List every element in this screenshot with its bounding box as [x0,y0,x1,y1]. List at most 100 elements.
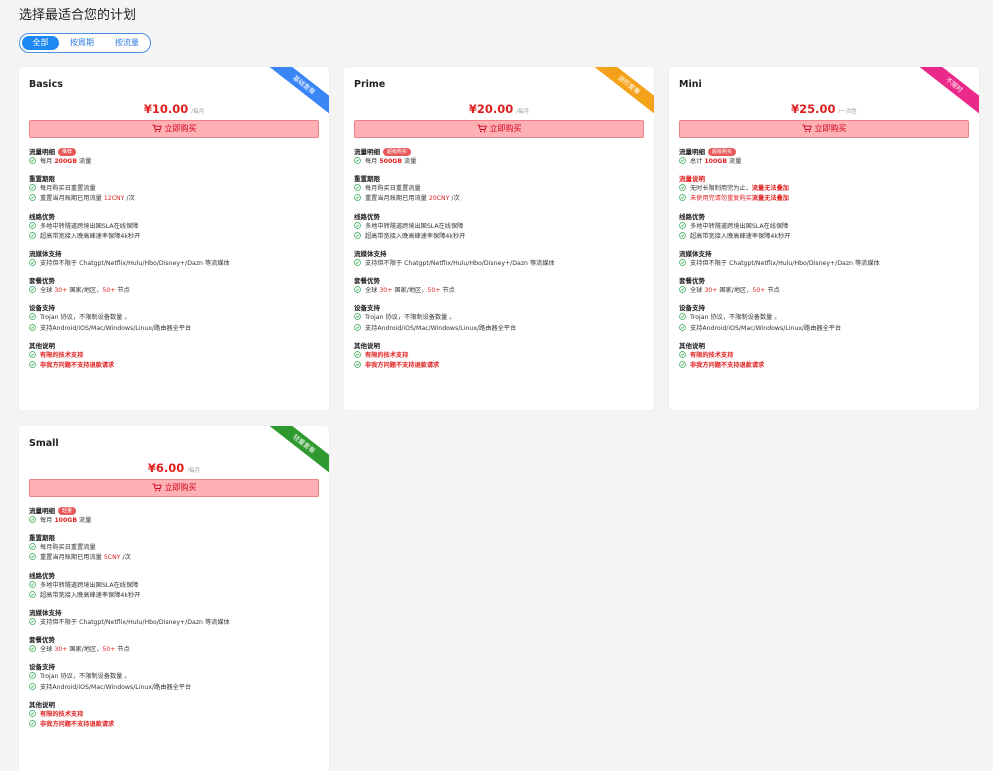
feature-item: 每月购买日重置流量 [29,543,321,553]
buy-now-button[interactable]: 立即购买 [29,120,319,138]
feature-item: 多地中转隧道跨境出国SLA在线保障 [29,221,321,232]
check-circle-icon [679,313,686,321]
feature-item: 支持但不限于 Chatgpt/Netflix/Hulu/Hbo/Disney+/… [29,618,321,628]
check-circle-icon [354,323,361,331]
feature-text: 50+ [102,287,116,295]
section-title-device-support: 设备支持 [354,303,646,313]
feature-item: 全球 30+ 国家/地区，50+ 节点 [679,286,971,296]
feature-text: 每月 [40,158,55,165]
check-circle-icon [29,361,36,368]
feature-text: 每月购买日重置流量 [40,185,96,193]
feature-text: 全球 [40,646,55,654]
feature-item: 支持Android/iOS/Mac/Windows/Linux/路由器全平台 [354,323,646,334]
check-circle-icon [29,259,36,266]
feature-item: Trojan 协议，不限制设备数量 。 [679,313,971,323]
check-circle-icon [29,580,36,588]
feature-item: Trojan 协议，不限制设备数量 。 [354,313,646,323]
feature-text: 30+ [704,287,718,295]
section-title-traffic-detail: 流量明细 超级购买 [354,147,646,157]
feature-item: 每月 500GB 流量 [354,157,646,167]
feature-text: /次 [124,195,135,203]
feature-text: Trojan 协议，不限制设备数量 。 [40,314,131,322]
section-title-text: 流量明细 [29,148,55,156]
plan-period: /每月 [191,109,205,115]
tab-all[interactable]: 全部 [22,36,59,50]
feature-text: 30+ [54,287,68,295]
section-title-text: 流媒体支持 [679,249,712,258]
feature-text: 有限的技术支持 [40,351,84,359]
section-title-plan-advantage: 套餐优势 [29,276,321,286]
cart-icon [152,124,165,133]
feature-text: 每月 [40,517,55,524]
plan-price: ¥10.00 [143,102,189,116]
section-title-text: 重置期限 [29,534,55,543]
feature-item: 多地中转隧道跨境出国SLA在线保障 [354,221,646,232]
check-circle-icon [29,221,36,229]
check-circle-icon [29,194,36,202]
feature-text: 非我方问题不支持退款请求 [365,361,440,369]
section-title-other-notes: 其他说明 [354,341,646,351]
buy-now-button[interactable]: 立即购买 [29,479,319,497]
check-circle-icon [29,709,36,717]
check-circle-icon [29,672,36,680]
section-title-text: 套餐优势 [29,636,55,645]
price-row: ¥25.00/一次性 [669,98,979,117]
cart-icon [152,483,165,492]
feature-text: 有限的技术支持 [690,351,734,359]
section-title-text: 流量明细 [679,148,705,156]
check-circle-icon [29,682,36,690]
feature-text: 国家/地区， [67,646,103,654]
section-title-streaming-support: 流媒体支持 [354,249,646,259]
section-title-traffic-note: 流量说明 [679,174,971,184]
feature-text: 总计 [690,158,705,165]
section-title-text: 设备支持 [29,663,55,672]
section-title-text: 其他说明 [679,341,705,350]
section-title-text: 套餐优势 [354,277,380,286]
check-circle-icon [29,350,36,358]
section-title-streaming-support: 流媒体支持 [29,249,321,259]
plan-price: ¥6.00 [147,461,185,475]
plan-features: 流量明细 轻量 每月 100GB 流量 重置期限 每月购买日重置流量 重置当月账期已用流量… [29,506,321,730]
feature-item: 超高带宽接入晚高峰速率保障4k秒开 [29,590,321,601]
section-title-device-support: 设备支持 [29,303,321,313]
feature-text: 50+ [102,646,116,654]
feature-text: 流量无法叠加 [751,185,789,193]
buy-now-button[interactable]: 立即购买 [679,120,969,138]
section-title-text: 流量明细 [29,507,55,515]
section-title-reset-period: 重置期限 [354,174,646,184]
feature-text: 支持但不限于 Chatgpt/Netflix/Hulu/Hbo/Disney+/… [40,618,230,626]
plan-period: /每月 [187,468,201,474]
plan-features: 流量明细 超级购买 总计 100GB 流量 流量说明 无时长限制用完为止，流量无法叠加未… [679,147,971,371]
section-title-plan-advantage: 套餐优势 [29,635,321,645]
feature-item: 重置当月账期已用流量 20CNY /次 [354,194,646,204]
feature-item: 超高带宽接入晚高峰速率保障4k秒开 [29,231,321,242]
check-circle-icon [354,259,361,266]
cart-icon [802,124,815,133]
check-circle-icon [29,313,36,321]
section-badge: 超级购买 [708,148,737,156]
feature-item: 有限的技术支持 [29,709,321,720]
feature-text: 支持Android/iOS/Mac/Windows/Linux/路由器全平台 [690,324,842,332]
cart-icon [477,124,490,133]
feature-item: 支持但不限于 Chatgpt/Netflix/Hulu/Hbo/Disney+/… [679,259,971,269]
section-title-text: 流媒体支持 [29,249,62,258]
feature-text: 100GB [54,517,78,524]
buy-now-button[interactable]: 立即购买 [354,120,644,138]
section-title-reset-period: 重置期限 [29,533,321,543]
feature-text: 每月购买日重置流量 [40,544,96,552]
check-circle-icon [679,231,686,239]
check-circle-icon [679,323,686,331]
section-title-plan-advantage: 套餐优势 [354,276,646,286]
feature-item: Trojan 协议，不限制设备数量 。 [29,672,321,682]
section-title-other-notes: 其他说明 [29,700,321,710]
buy-label: 立即购买 [814,124,847,133]
tab-by-traffic[interactable]: 按流量 [107,36,147,50]
plan-name: Small [29,438,59,449]
tab-by-period[interactable]: 按周期 [62,36,102,50]
feature-text: /次 [449,195,460,203]
section-title-text: 套餐优势 [29,277,55,286]
feature-text: 每月购买日重置流量 [365,185,421,193]
check-circle-icon [679,350,686,358]
section-title-text: 其他说明 [29,341,55,350]
feature-text: 50+ [752,287,766,295]
